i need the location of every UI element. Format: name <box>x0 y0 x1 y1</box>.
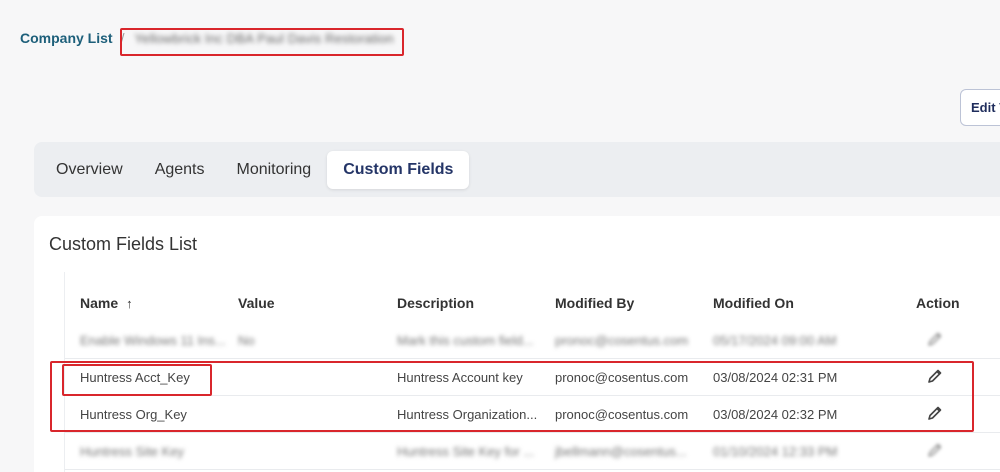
table-header: Name ↑ Value Description Modified By Mod… <box>65 272 1000 322</box>
cell-modified-on: 03/08/2024 02:32 PM <box>713 407 838 422</box>
pencil-icon[interactable] <box>927 368 943 384</box>
tab-custom-fields[interactable]: Custom Fields <box>327 150 470 189</box>
cell-description: Huntress Organization... <box>397 407 538 422</box>
column-header-description[interactable]: Description <box>397 295 474 311</box>
breadcrumb-separator: / <box>120 30 125 46</box>
pencil-icon[interactable] <box>927 331 943 347</box>
custom-fields-table: Name ↑ Value Description Modified By Mod… <box>64 272 1000 472</box>
tab-overview[interactable]: Overview <box>40 151 139 189</box>
column-header-modified-on[interactable]: Modified On <box>713 295 794 311</box>
table-row: Huntress Acct_Key Huntress Account key p… <box>65 359 1000 396</box>
breadcrumb: Company List / Yellowbrick Inc DBA Paul … <box>20 30 394 46</box>
cell-value: No <box>238 333 255 348</box>
table-row: Huntress Org_Key Huntress Organization..… <box>65 396 1000 433</box>
cell-description: Huntress Account key <box>397 370 523 385</box>
column-header-value[interactable]: Value <box>238 295 275 311</box>
cell-description: Mark this custom field... <box>397 333 534 348</box>
breadcrumb-current-company: Yellowbrick Inc DBA Paul Davis Restorati… <box>134 30 394 46</box>
edit-button[interactable]: Edit V <box>960 89 1000 126</box>
custom-fields-card: Custom Fields List Name ↑ Value Descript… <box>34 216 1000 472</box>
cell-name: Huntress Acct_Key <box>80 370 190 385</box>
pencil-icon[interactable] <box>927 442 943 458</box>
cell-name: Huntress Site Key <box>80 444 185 459</box>
cell-name: Enable Windows 11 Ins... <box>80 333 226 348</box>
tab-monitoring[interactable]: Monitoring <box>221 151 328 189</box>
cell-modified-on: 03/08/2024 02:31 PM <box>713 370 838 385</box>
table-row: Huntress Site Key Huntress Site Key for … <box>65 433 1000 470</box>
cell-modified-by: pronoc@cosentus.com <box>555 407 689 422</box>
card-title: Custom Fields List <box>49 234 198 254</box>
column-header-modified-by[interactable]: Modified By <box>555 295 634 311</box>
cell-modified-by: jbellmann@cosentus... <box>555 444 687 459</box>
breadcrumb-company-list-link[interactable]: Company List <box>20 30 113 46</box>
cell-description: Huntress Site Key for ... <box>397 444 535 459</box>
arrow-up-icon[interactable]: ↑ <box>126 296 133 311</box>
cell-modified-by: pronoc@cosentus.com <box>555 370 689 385</box>
column-header-action: Action <box>916 295 960 311</box>
tab-agents[interactable]: Agents <box>139 151 221 189</box>
table-row: Enable Windows 11 Ins... No Mark this cu… <box>65 322 1000 359</box>
cell-modified-on: 05/17/2024 09:00 AM <box>713 333 837 348</box>
column-header-name-label: Name <box>80 295 119 311</box>
tab-bar: Overview Agents Monitoring Custom Fields <box>34 142 1000 197</box>
cell-modified-on: 01/10/2024 12:33 PM <box>713 444 838 459</box>
cell-modified-by: pronoc@cosentus.com <box>555 333 689 348</box>
pencil-icon[interactable] <box>927 405 943 421</box>
column-header-name[interactable]: Name ↑ <box>80 295 133 311</box>
cell-name: Huntress Org_Key <box>80 407 187 422</box>
